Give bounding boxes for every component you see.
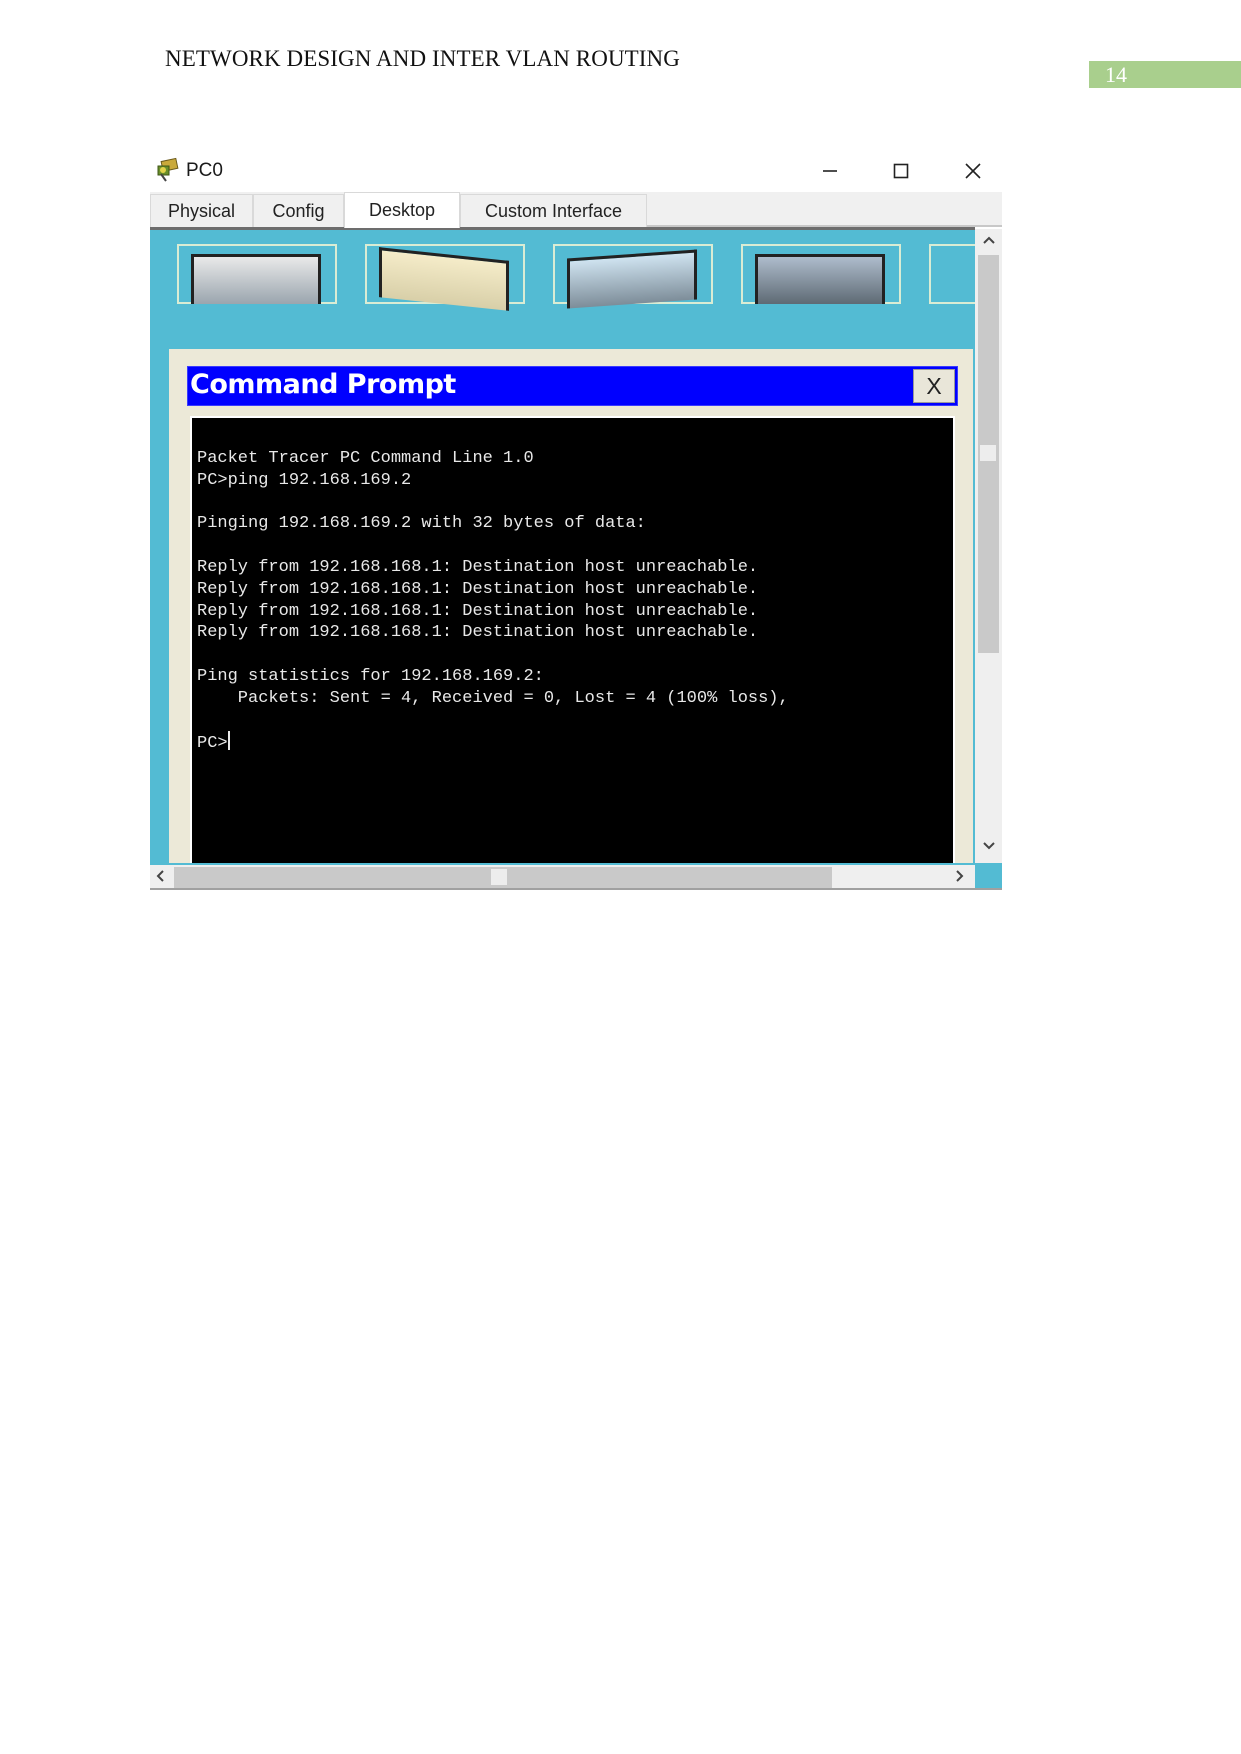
desktop-app-icon[interactable] <box>929 244 975 304</box>
terminal-line: Reply from 192.168.168.1: Destination ho… <box>197 601 759 621</box>
document-header-title: NETWORK DESIGN AND INTER VLAN ROUTING <box>165 46 680 71</box>
chevron-right-icon <box>956 870 964 882</box>
desktop-app-icon[interactable] <box>365 244 525 311</box>
terminal-line: Reply from 192.168.168.1: Destination ho… <box>197 623 759 643</box>
tab-custom-interface[interactable]: Custom Interface <box>460 194 647 227</box>
terminal-line: PC>ping 192.168.169.2 <box>197 470 412 490</box>
window-title: PC0 <box>186 160 223 181</box>
page-number-badge: 14 <box>1089 61 1241 88</box>
tab-desktop[interactable]: Desktop <box>344 192 460 228</box>
text-cursor <box>227 731 230 751</box>
close-icon <box>965 163 981 179</box>
command-prompt-close-button[interactable]: X <box>913 369 955 403</box>
vertical-scroll-thumb[interactable] <box>980 445 996 461</box>
minimize-button[interactable] <box>810 156 850 186</box>
app-screen-icon <box>567 249 697 309</box>
pc-device-icon <box>154 157 180 183</box>
terminal-line: Pinging 192.168.169.2 with 32 bytes of d… <box>197 514 646 534</box>
tab-bar: Physical Config Desktop Custom Interface <box>150 192 1002 228</box>
desktop-app-icon[interactable] <box>177 244 337 304</box>
vertical-scrollbar[interactable] <box>975 229 1002 863</box>
terminal-output[interactable]: Packet Tracer PC Command Line 1.0 PC>pin… <box>190 416 955 863</box>
scroll-right-button[interactable] <box>950 868 970 888</box>
tab-config[interactable]: Config <box>253 194 344 227</box>
horizontal-scrollbar[interactable] <box>150 863 975 890</box>
scroll-left-button[interactable] <box>150 868 170 888</box>
desktop-area: Command Prompt X Packet Tracer PC Comman… <box>150 227 975 863</box>
scroll-up-button[interactable] <box>975 231 1002 251</box>
maximize-button[interactable] <box>881 156 921 186</box>
maximize-icon <box>893 163 909 179</box>
window-bottom-border <box>150 888 1002 890</box>
terminal-line: Packets: Sent = 4, Received = 0, Lost = … <box>197 688 789 708</box>
minimize-icon <box>823 170 837 172</box>
tab-physical[interactable]: Physical <box>150 194 253 227</box>
scroll-down-button[interactable] <box>975 837 1002 857</box>
terminal-prompt: PC> <box>197 734 228 754</box>
horizontal-scroll-thumb[interactable] <box>491 869 507 885</box>
chevron-down-icon <box>982 842 995 850</box>
app-folder-icon <box>379 247 509 311</box>
desktop-app-icon[interactable] <box>553 244 713 309</box>
app-window-icon <box>191 254 321 304</box>
chevron-up-icon <box>982 236 995 244</box>
command-prompt-titlebar: Command Prompt X <box>187 366 958 406</box>
window-titlebar: PC0 <box>150 152 1002 192</box>
terminal-line: Packet Tracer PC Command Line 1.0 <box>197 449 534 468</box>
desktop-app-icon[interactable] <box>741 244 901 304</box>
terminal-line: Reply from 192.168.168.1: Destination ho… <box>197 579 759 599</box>
terminal-line: Reply from 192.168.168.1: Destination ho… <box>197 557 759 577</box>
close-button[interactable] <box>953 156 993 186</box>
terminal-prompt-line[interactable]: PC> <box>197 731 953 753</box>
command-prompt-title: Command Prompt <box>190 369 456 400</box>
pc0-window: PC0 Physical Config Desktop Custom Inter… <box>150 152 1002 890</box>
command-prompt-panel: Command Prompt X Packet Tracer PC Comman… <box>169 349 973 863</box>
scrollbar-corner <box>975 863 1002 890</box>
terminal-line: Ping statistics for 192.168.169.2: <box>197 666 544 686</box>
chevron-left-icon <box>156 870 164 882</box>
app-monitor-icon <box>755 254 885 304</box>
